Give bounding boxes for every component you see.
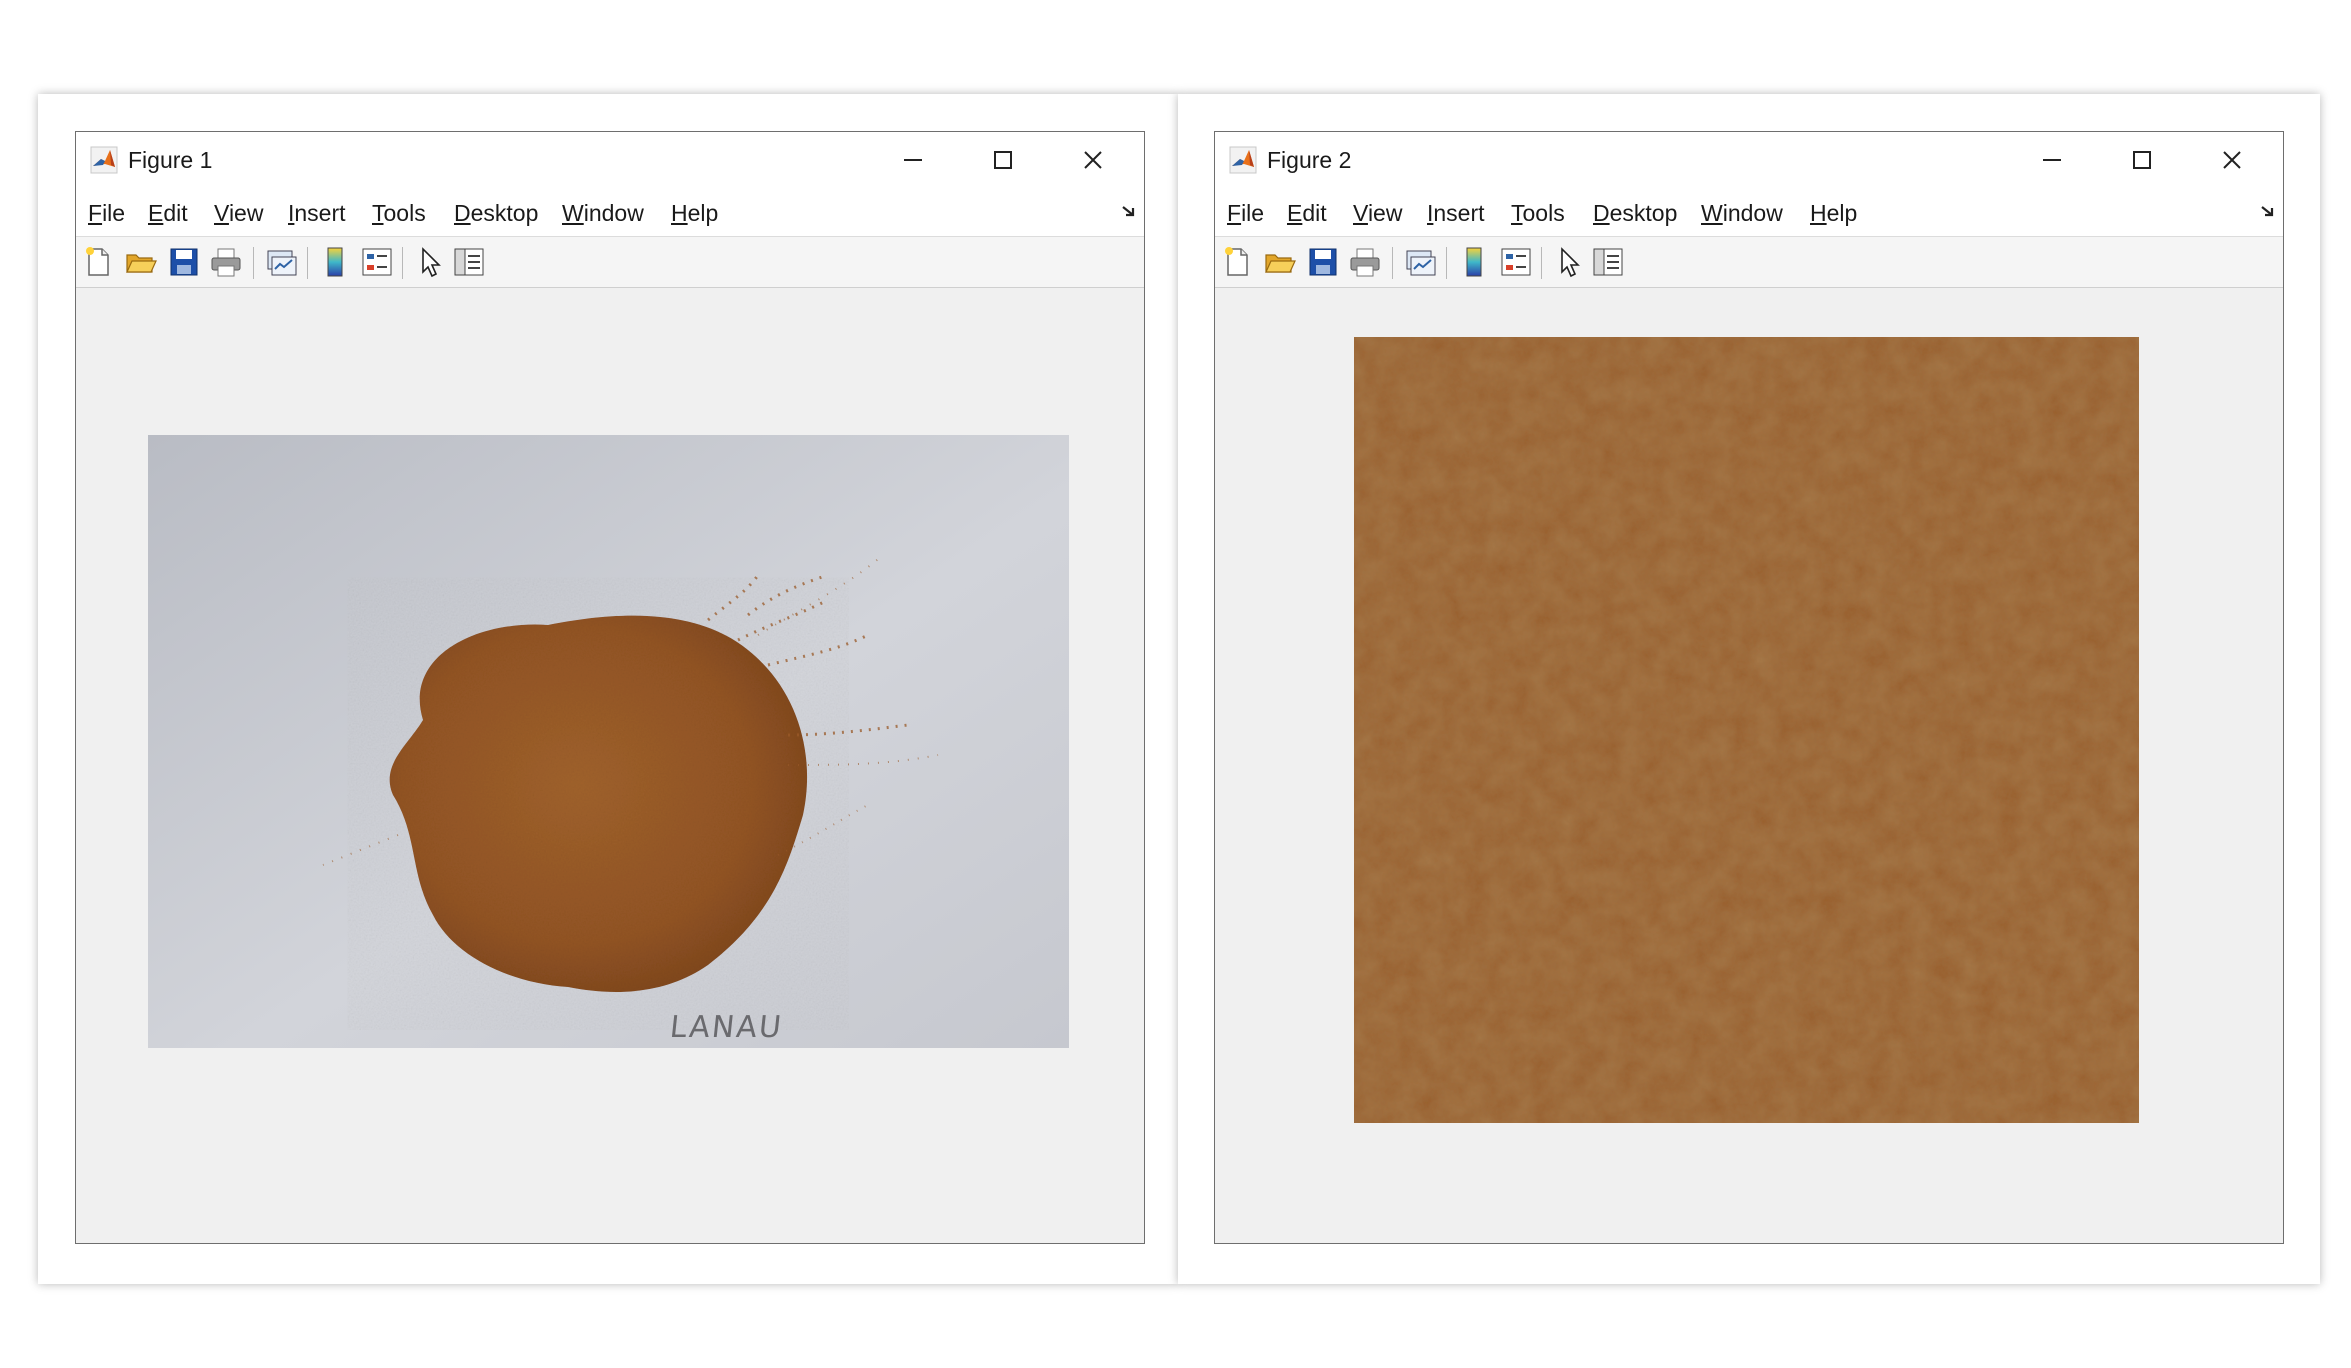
minimize-icon	[2043, 159, 2061, 161]
menu-desktop[interactable]: Desktop	[454, 198, 538, 228]
property-inspector-button[interactable]	[1591, 245, 1625, 279]
menu-help[interactable]: Help	[1810, 198, 1857, 228]
insert-legend-icon	[1501, 248, 1531, 276]
minimize-button[interactable]	[2031, 140, 2073, 180]
figure-toolbar	[1215, 236, 2283, 288]
close-icon	[1084, 151, 1102, 169]
insert-colorbar-icon	[327, 247, 343, 277]
figure-image-powder-pile: LANAU	[148, 435, 1069, 1048]
menu-insert[interactable]: Insert	[288, 198, 346, 228]
print-button[interactable]	[209, 245, 243, 279]
close-icon	[2223, 151, 2241, 169]
insert-legend-icon	[362, 248, 392, 276]
maximize-button[interactable]	[982, 140, 1024, 180]
powder-pile-photo	[148, 435, 1069, 1048]
open-property-inspector-icon	[454, 248, 484, 276]
link-plot-icon	[1406, 250, 1436, 276]
menu-tools[interactable]: Tools	[372, 198, 426, 228]
screenshot-panel-2: Figure 2 File Edit View Insert Tools Des…	[1178, 94, 2320, 1284]
menu-view[interactable]: View	[1353, 198, 1402, 228]
figure-toolbar	[76, 236, 1144, 288]
link-plot-button[interactable]	[264, 245, 298, 279]
insert-legend-button[interactable]	[1499, 245, 1533, 279]
figure-image-powder-closeup	[1354, 337, 2139, 1123]
menu-bar: File Edit View Insert Tools Desktop Wind…	[76, 188, 1144, 236]
insert-colorbar-button[interactable]	[1457, 245, 1491, 279]
menu-view[interactable]: View	[214, 198, 263, 228]
print-icon	[211, 248, 241, 277]
save-button[interactable]	[167, 245, 201, 279]
maximize-icon	[994, 151, 1012, 169]
save-icon	[1309, 248, 1337, 276]
close-button[interactable]	[2211, 140, 2253, 180]
matlab-app-icon	[90, 146, 118, 174]
open-file-icon	[126, 254, 157, 273]
open-property-inspector-icon	[1593, 248, 1623, 276]
toolbar-separator	[1541, 247, 1542, 279]
toolbar-separator	[1446, 247, 1447, 279]
dock-figure-icon[interactable]	[1120, 202, 1138, 220]
link-plot-icon	[267, 250, 297, 276]
menu-edit[interactable]: Edit	[1287, 198, 1327, 228]
menu-tools[interactable]: Tools	[1511, 198, 1565, 228]
figure-window-1: Figure 1 File Edit View Insert Tools Des…	[75, 131, 1145, 1244]
toolbar-separator	[402, 247, 403, 279]
save-button[interactable]	[1306, 245, 1340, 279]
dock-figure-icon[interactable]	[2259, 202, 2277, 220]
edit-plot-icon	[422, 247, 441, 278]
open-file-button[interactable]	[1263, 245, 1297, 279]
toolbar-separator	[307, 247, 308, 279]
edit-plot-button[interactable]	[1551, 245, 1585, 279]
print-icon	[1350, 248, 1380, 277]
window-title: Figure 2	[1267, 147, 1352, 173]
link-plot-button[interactable]	[1403, 245, 1437, 279]
open-file-icon	[1265, 254, 1296, 273]
menu-edit[interactable]: Edit	[148, 198, 188, 228]
title-bar[interactable]: Figure 2	[1215, 132, 2283, 188]
open-file-button[interactable]	[124, 245, 158, 279]
menu-file[interactable]: File	[1227, 198, 1264, 228]
new-figure-icon	[86, 247, 109, 276]
menu-file[interactable]: File	[88, 198, 125, 228]
property-inspector-button[interactable]	[452, 245, 486, 279]
save-icon	[170, 248, 198, 276]
new-figure-button[interactable]	[81, 245, 115, 279]
menu-window[interactable]: Window	[562, 198, 644, 228]
insert-colorbar-icon	[1466, 247, 1482, 277]
menu-bar: File Edit View Insert Tools Desktop Wind…	[1215, 188, 2283, 236]
signature-text: LANAU	[668, 1010, 785, 1045]
edit-plot-icon	[1561, 247, 1580, 278]
print-button[interactable]	[1348, 245, 1382, 279]
menu-desktop[interactable]: Desktop	[1593, 198, 1677, 228]
new-figure-icon	[1225, 247, 1248, 276]
insert-colorbar-button[interactable]	[318, 245, 352, 279]
menu-insert[interactable]: Insert	[1427, 198, 1485, 228]
window-title: Figure 1	[128, 147, 213, 173]
new-figure-button[interactable]	[1220, 245, 1254, 279]
toolbar-separator	[1392, 247, 1393, 279]
toolbar-separator	[253, 247, 254, 279]
figure-window-2: Figure 2 File Edit View Insert Tools Des…	[1214, 131, 2284, 1244]
close-button[interactable]	[1072, 140, 1114, 180]
powder-closeup-photo	[1354, 337, 2139, 1123]
title-bar[interactable]: Figure 1	[76, 132, 1144, 188]
menu-window[interactable]: Window	[1701, 198, 1783, 228]
edit-plot-button[interactable]	[412, 245, 446, 279]
minimize-icon	[904, 159, 922, 161]
menu-help[interactable]: Help	[671, 198, 718, 228]
screenshot-panel-1: Figure 1 File Edit View Insert Tools Des…	[38, 94, 1178, 1284]
insert-legend-button[interactable]	[360, 245, 394, 279]
maximize-icon	[2133, 151, 2151, 169]
maximize-button[interactable]	[2121, 140, 2163, 180]
matlab-app-icon	[1229, 146, 1257, 174]
minimize-button[interactable]	[892, 140, 934, 180]
